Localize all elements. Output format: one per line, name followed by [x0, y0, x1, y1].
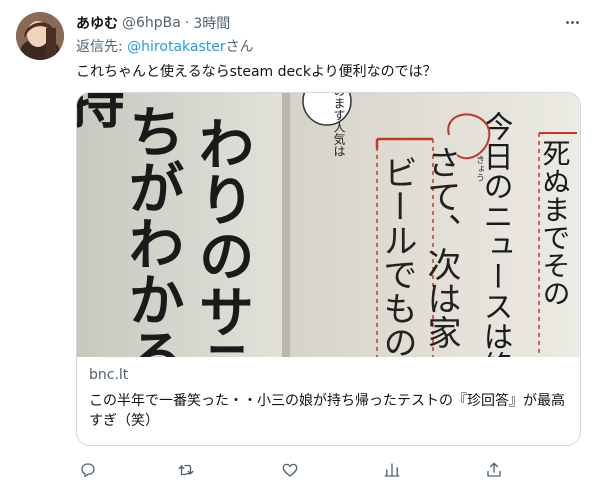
like-button[interactable] — [278, 458, 302, 482]
ruby-text: きょう — [474, 155, 484, 182]
separator-dot: · — [184, 15, 190, 31]
analytics-button[interactable] — [380, 458, 404, 482]
image-text-col3: 持 — [77, 93, 125, 129]
avatar[interactable] — [16, 12, 64, 60]
display-name[interactable]: あゆむ — [76, 13, 118, 33]
link-card[interactable]: わりのサラリ ちがわかる 持 のます人気は 今日のニュースは終わり 死ぬまでその… — [76, 92, 581, 446]
tweet-header: あゆむ @6hpBa · 3時間 — [76, 13, 230, 33]
card-meta: bnc.lt この半年で一番笑った・・小三の娘が持ち帰ったテストの『珍回答』が最… — [89, 365, 569, 431]
avatar-image — [16, 12, 64, 60]
reply-mention-link[interactable]: @hirotakaster — [127, 39, 225, 55]
tweet-actions — [76, 458, 582, 482]
retweet-button[interactable] — [174, 458, 198, 482]
reply-button[interactable] — [76, 458, 100, 482]
image-text-col2: ちがわかる — [119, 103, 185, 357]
analytics-icon — [384, 463, 400, 477]
tweet-text: これちゃんと使えるならsteam deckより便利なのでは？ — [76, 64, 437, 80]
image-right-col4: 死ぬまでその — [539, 139, 572, 307]
image-right-col3: ビールでものむ — [377, 155, 417, 357]
more-options-button[interactable] — [560, 12, 584, 32]
more-icon-dot — [570, 20, 574, 24]
timestamp[interactable]: 3時間 — [193, 13, 230, 33]
card-title: この半年で一番笑った・・小三の娘が持ち帰ったテストの『珍回答』が最高すぎ（笑） — [89, 393, 565, 429]
reply-context: 返信先: @hirotakasterさん — [76, 36, 254, 56]
like-icon — [282, 463, 298, 477]
tweet[interactable]: あゆむ @6hpBa · 3時間 返信先: @hirotakasterさん これ… — [0, 0, 598, 491]
more-icon — [565, 20, 569, 24]
image-right-col1: 今日のニュースは終わり — [478, 111, 513, 357]
reply-prefix: 返信先: — [76, 39, 128, 55]
reply-suffix: さん — [225, 39, 254, 55]
card-domain: bnc.lt — [89, 367, 129, 383]
reply-icon — [81, 463, 95, 478]
more-icon-dot — [575, 20, 579, 24]
card-image: わりのサラリ ちがわかる 持 のます人気は 今日のニュースは終わり 死ぬまでその… — [77, 93, 580, 357]
share-icon — [487, 462, 501, 477]
bubble-text: のます人気は — [332, 93, 346, 157]
user-handle[interactable]: @6hpBa — [122, 15, 181, 31]
share-button[interactable] — [482, 458, 506, 482]
retweet-icon — [178, 464, 194, 476]
image-right-col2: さて、次は家 — [421, 145, 461, 349]
image-text-col1: わりのサラリ — [189, 115, 255, 357]
